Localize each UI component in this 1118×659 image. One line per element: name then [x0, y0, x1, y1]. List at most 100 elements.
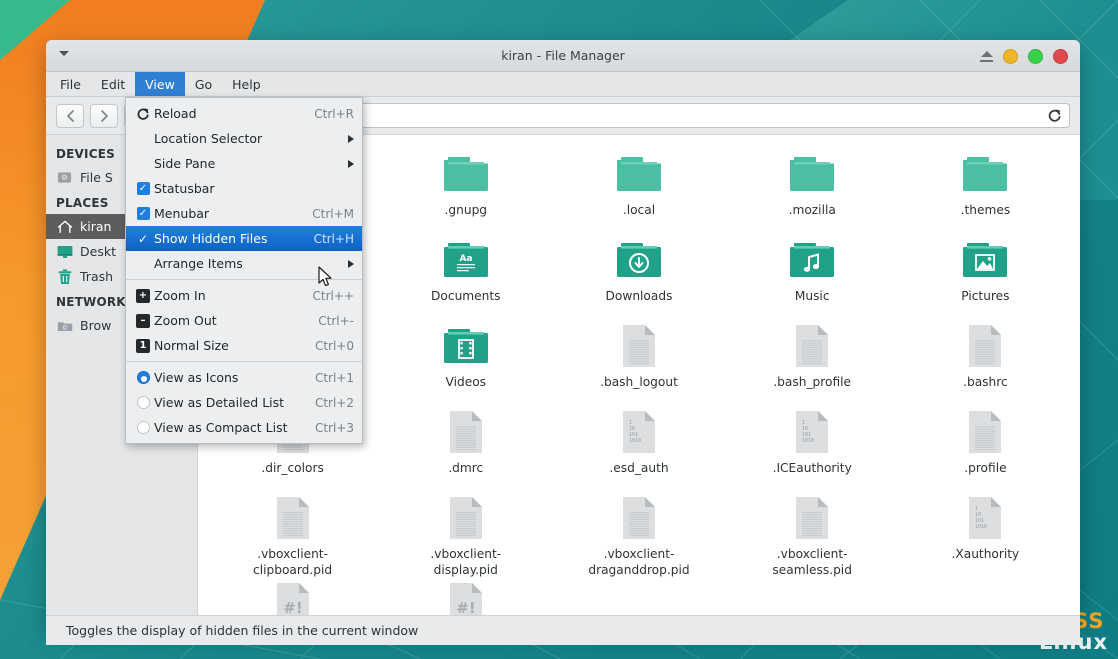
- file-text-wrapper: [274, 495, 312, 541]
- menu-item-label: Location Selector: [154, 131, 263, 146]
- file-item[interactable]: .gnupg: [379, 145, 552, 229]
- file-item[interactable]: #! .xinitrc: [379, 575, 552, 615]
- file-script-icon: #!: [449, 583, 482, 615]
- file-item[interactable]: .local: [552, 145, 725, 229]
- menu-item-zoom-in[interactable]: + Zoom In Ctrl++: [126, 283, 362, 308]
- file-item[interactable]: .vboxclient-display.pid: [379, 489, 552, 577]
- file-text-icon: [796, 497, 829, 539]
- maximize-button[interactable]: [1028, 48, 1043, 64]
- svg-text:1010: 1010: [975, 524, 987, 530]
- file-item[interactable]: .mozilla: [726, 145, 899, 229]
- reload-icon[interactable]: [1047, 108, 1062, 123]
- file-item[interactable]: Videos: [379, 317, 552, 401]
- file-item[interactable]: Downloads: [552, 231, 725, 315]
- folder-documents-wrapper: Aa: [442, 237, 490, 283]
- menu-item-statusbar[interactable]: ✓ Statusbar: [126, 176, 362, 201]
- window-controls: [980, 40, 1068, 72]
- file-text-wrapper: [793, 495, 831, 541]
- menu-item-zoom-out[interactable]: – Zoom Out Ctrl+-: [126, 308, 362, 333]
- menu-item-normal-size[interactable]: 1 Normal Size Ctrl+0: [126, 333, 362, 358]
- menu-separator: [126, 361, 362, 362]
- file-text-icon: [449, 497, 482, 539]
- menu-item-side-pane[interactable]: Side Pane: [126, 151, 362, 176]
- menu-item-label: Side Pane: [154, 156, 216, 171]
- svg-text:1010: 1010: [802, 438, 814, 444]
- shade-window-icon[interactable]: [980, 50, 993, 63]
- sidebar-label: File S: [80, 170, 113, 185]
- file-item[interactable]: .themes: [899, 145, 1072, 229]
- folder-plain-wrapper: [442, 151, 490, 197]
- menu-item-show-hidden-files[interactable]: ✓ Show Hidden Files Ctrl+H: [126, 226, 362, 251]
- file-item[interactable]: .bash_logout: [552, 317, 725, 401]
- file-item[interactable]: .vboxclient-draganddrop.pid: [552, 489, 725, 577]
- svg-text:1010: 1010: [629, 438, 641, 444]
- menu-item-accel: Ctrl+0: [314, 338, 354, 353]
- menubar: File Edit View Go Help: [46, 72, 1080, 97]
- menu-item-view-as-icons[interactable]: View as Icons Ctrl+1: [126, 365, 362, 390]
- folder-downloads-wrapper: [615, 237, 663, 283]
- minimize-button[interactable]: [1003, 48, 1018, 64]
- zoom-in-icon: +: [132, 288, 154, 303]
- submenu-arrow-icon: [348, 259, 354, 268]
- menu-go[interactable]: Go: [185, 72, 222, 96]
- menu-item-label: View as Compact List: [154, 420, 288, 435]
- menu-item-view-as-compact-list[interactable]: View as Compact List Ctrl+3: [126, 415, 362, 440]
- file-text-icon: [622, 325, 655, 367]
- file-item-label: .ICEauthority: [772, 461, 852, 475]
- menu-item-arrange-items[interactable]: Arrange Items: [126, 251, 362, 276]
- file-item-label: .Xauthority: [951, 547, 1020, 561]
- file-item-label: Music: [794, 289, 830, 303]
- menu-item-accel: Ctrl+R: [314, 106, 354, 121]
- svg-text:Aa: Aa: [459, 254, 472, 264]
- file-item[interactable]: Music: [726, 231, 899, 315]
- menu-help[interactable]: Help: [222, 72, 271, 96]
- forward-button[interactable]: [90, 103, 118, 128]
- file-text-wrapper: [793, 323, 831, 369]
- menu-file[interactable]: File: [50, 72, 91, 96]
- file-text-wrapper: [447, 495, 485, 541]
- file-text-icon: [449, 411, 482, 453]
- file-item-label: .vboxclient-clipboard.pid: [253, 547, 333, 578]
- file-item-label: .vboxclient-draganddrop.pid: [588, 547, 690, 578]
- menu-item-menubar[interactable]: ✓ Menubar Ctrl+M: [126, 201, 362, 226]
- sidebar-label: Brow: [80, 318, 112, 333]
- file-binary-icon: 1 10 101 1010: [622, 411, 655, 453]
- menu-item-accel: Ctrl+-: [318, 313, 354, 328]
- close-button[interactable]: [1053, 48, 1068, 64]
- back-button[interactable]: [56, 103, 84, 128]
- file-item[interactable]: .profile: [899, 403, 1072, 487]
- menu-view[interactable]: View: [135, 72, 185, 96]
- file-text-icon: [969, 411, 1002, 453]
- file-script-wrapper: #!: [274, 581, 312, 615]
- radio-unselected-icon: [132, 396, 154, 409]
- file-item[interactable]: #! .Xclients: [206, 575, 379, 615]
- file-item[interactable]: 1 10 101 1010 .ICEauthority: [726, 403, 899, 487]
- file-item-label: Videos: [445, 375, 487, 389]
- folder-documents-icon: Aa: [443, 243, 488, 277]
- file-item[interactable]: .bashrc: [899, 317, 1072, 401]
- file-item-label: .bash_logout: [600, 375, 678, 389]
- file-binary-icon: 1 10 101 1010: [796, 411, 829, 453]
- file-item[interactable]: .vboxclient-clipboard.pid: [206, 489, 379, 577]
- file-item-label: .profile: [964, 461, 1007, 475]
- menu-item-label: Show Hidden Files: [154, 231, 268, 246]
- file-text-icon: [276, 497, 309, 539]
- folder-music-icon: [790, 243, 835, 277]
- file-item[interactable]: 1 10 101 1010 .esd_auth: [552, 403, 725, 487]
- folder-icon: [443, 157, 488, 191]
- menu-item-location-selector[interactable]: Location Selector: [126, 126, 362, 151]
- file-item[interactable]: .dmrc: [379, 403, 552, 487]
- file-item[interactable]: 1 10 101 1010 .Xauthority: [899, 489, 1072, 573]
- view-dropdown-menu: Reload Ctrl+R Location Selector Side Pan…: [125, 97, 363, 444]
- file-item[interactable]: Pictures: [899, 231, 1072, 315]
- file-item[interactable]: .vboxclient-seamless.pid: [726, 489, 899, 577]
- menu-item-view-as-detailed-list[interactable]: View as Detailed List Ctrl+2: [126, 390, 362, 415]
- menu-edit[interactable]: Edit: [91, 72, 135, 96]
- svg-text:#!: #!: [283, 599, 302, 615]
- file-item[interactable]: Aa Documents: [379, 231, 552, 315]
- menu-item-accel: Ctrl+3: [314, 420, 354, 435]
- file-item[interactable]: .bash_profile: [726, 317, 899, 401]
- checkbox-checked-icon: ✓: [132, 182, 154, 195]
- file-item-label: .vboxclient-seamless.pid: [772, 547, 852, 578]
- menu-item-reload[interactable]: Reload Ctrl+R: [126, 101, 362, 126]
